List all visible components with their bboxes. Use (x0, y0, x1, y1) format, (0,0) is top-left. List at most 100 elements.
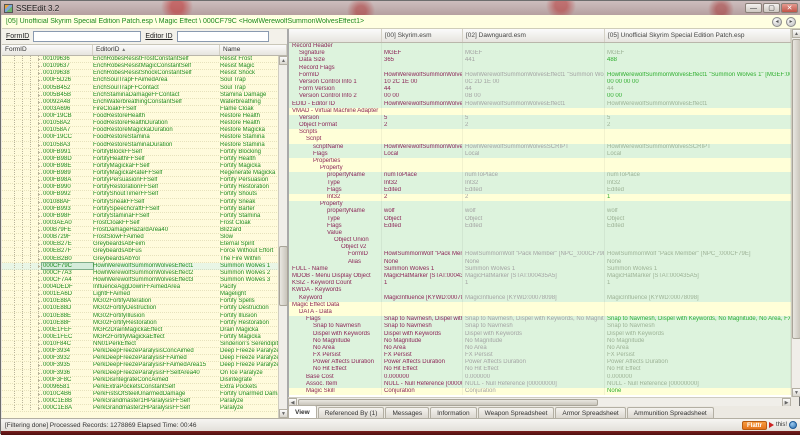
record-value-cell[interactable] (463, 108, 605, 115)
record-value-cell[interactable]: No Magnitude (605, 338, 791, 345)
record-value-cell[interactable]: HowlSummonWolf "Pack Member" [NPC_:000CF… (463, 251, 605, 258)
column-header-formid[interactable]: FormID (2, 45, 93, 55)
column-header-name[interactable]: Name (220, 45, 287, 55)
table-row[interactable]: 0010E88AMG02FortifyAlterationFortify Spe… (2, 298, 287, 305)
record-value-cell[interactable]: wolf (382, 208, 463, 215)
table-row[interactable]: 000C1E8BPerkGrandmaster1HParalysisFFSelf… (2, 398, 287, 405)
record-row[interactable]: TypeObjectObjectObject (289, 216, 791, 223)
table-row[interactable]: 000F5D26EnchSoulTrapFFAimedAreaSoul Trap (2, 77, 287, 84)
scroll-down-icon[interactable]: ▼ (792, 388, 800, 397)
record-row[interactable]: Object v2 (289, 244, 791, 251)
record-row[interactable]: Power Affects DurationPower Affects Dura… (289, 359, 791, 366)
record-value-cell[interactable]: Dispel with Keywords (605, 331, 791, 338)
record-value-cell[interactable] (382, 43, 463, 50)
record-row[interactable]: KSIZ - Keyword Count111 (289, 280, 791, 287)
table-row[interactable]: 00092A48EnchWaterbreathingConstantSelfWa… (2, 99, 287, 106)
record-value-cell[interactable]: HowlWerewolfSummonWolvesEf... (382, 101, 463, 108)
record-value-cell[interactable]: None (463, 259, 605, 266)
record-row[interactable]: SignatureMGEFMGEFMGEF (289, 50, 791, 57)
record-value-cell[interactable]: Local (463, 151, 605, 158)
record-value-cell[interactable]: MagicInfluence [KYWD:00078098] (382, 295, 463, 302)
table-row[interactable]: 000B79FEFrostDamageHazardArea40Blizzard (2, 227, 287, 234)
record-value-cell[interactable]: MagicHatMarker [STAT:000435A5] (605, 273, 791, 280)
table-row[interactable]: 000FB993FortifySpeechcraftFFSelfFortify … (2, 206, 287, 213)
record-value-cell[interactable]: MagicHatMarker [STAT:000435A5] (463, 273, 605, 280)
tab-information[interactable]: Information (430, 407, 477, 418)
table-row[interactable]: 000F19CCFoodRestoreStaminaRestore Stamin… (2, 134, 287, 141)
record-value-cell[interactable]: MagicHatMarker [STAT:000435A5] (382, 273, 463, 280)
flattr-button[interactable]: Flattr (742, 421, 767, 430)
record-row[interactable]: AliasNoneNoneNone (289, 259, 791, 266)
record-value-cell[interactable] (605, 230, 791, 237)
record-row[interactable]: Form Version444444 (289, 86, 791, 93)
table-row[interactable]: 000FB98AFortifyPersuasionFFSelfFortify P… (2, 177, 287, 184)
table-row[interactable]: 000CF7A3HowlWerewolfSummonWolvesEffect2S… (2, 270, 287, 277)
record-value-cell[interactable]: None (382, 259, 463, 266)
record-value-cell[interactable] (382, 65, 463, 72)
table-row[interactable]: 000E1FECMGR2FortifyMagickaEffectFortify … (2, 334, 287, 341)
record-value-cell[interactable] (382, 309, 463, 316)
record-value-cell[interactable] (605, 244, 791, 251)
record-value-cell[interactable]: numToPlace (463, 172, 605, 179)
record-value-cell[interactable]: Int32 (605, 180, 791, 187)
table-row[interactable]: 00109637EnchRobesResistMagicConstantSelf… (2, 63, 287, 70)
record-row[interactable]: Property (289, 201, 791, 208)
record-value-cell[interactable]: 365 (382, 57, 463, 64)
record-row[interactable]: Snap to NavmeshSnap to NavmeshSnap to Na… (289, 323, 791, 330)
table-row[interactable]: 000F3936PerkDeepFreezeParalysisFFSelfAre… (2, 370, 287, 377)
record-value-cell[interactable]: 1 (382, 280, 463, 287)
record-value-cell[interactable]: 0.000000 (382, 374, 463, 381)
flattr-this-label[interactable]: this! (776, 422, 787, 428)
record-value-cell[interactable]: Edited (605, 187, 791, 194)
record-value-cell[interactable] (463, 43, 605, 50)
table-row[interactable]: 000FB992FortifyShoutTimerFFSelfFortify S… (2, 191, 287, 198)
record-value-cell[interactable]: Edited (463, 187, 605, 194)
table-row[interactable]: 0004DEDFInfluenceAggDownFFAimedAreaPacif… (2, 284, 287, 291)
table-row[interactable]: 000EB27FGreybeardsAbFusForce Without Eff… (2, 248, 287, 255)
record-value-cell[interactable] (382, 129, 463, 136)
table-row[interactable]: 0010E88FMG02FortifyRestorationFortify Re… (2, 320, 287, 327)
record-value-cell[interactable]: None (605, 259, 791, 266)
table-row[interactable]: 0005B45BEnchStaminaDamageFFContactStamin… (2, 92, 287, 99)
paypal-icon[interactable] (789, 421, 797, 429)
record-value-cell[interactable] (605, 65, 791, 72)
record-row[interactable]: Property (289, 165, 791, 172)
record-value-cell[interactable]: 00 00 (605, 93, 791, 100)
record-value-cell[interactable]: MagicInfluence [KYWD:00078098] (605, 295, 791, 302)
record-value-cell[interactable]: 5 (382, 115, 463, 122)
record-value-cell[interactable] (463, 302, 605, 309)
record-value-cell[interactable]: Int32 (463, 180, 605, 187)
record-value-cell[interactable]: 0B 00 (463, 93, 605, 100)
tab-ammunition-spreadsheet[interactable]: Ammunition Spreadsheet (627, 407, 714, 418)
record-value-cell[interactable]: 0.000000 (605, 374, 791, 381)
left-vertical-scrollbar[interactable]: ▲ ▼ (278, 56, 287, 418)
column-header-editorid[interactable]: EditorID ▲ (93, 45, 220, 55)
record-value-cell[interactable]: Snap to Navmesh (463, 323, 605, 330)
record-value-cell[interactable]: Conjuration (382, 388, 463, 395)
record-row[interactable]: FlagsLocalLocalLocal (289, 151, 791, 158)
record-value-cell[interactable]: wolf (605, 208, 791, 215)
record-row[interactable]: Data Size365441488 (289, 57, 791, 64)
record-value-cell[interactable]: Snap to Navmesh (605, 323, 791, 330)
record-value-cell[interactable]: Edited (382, 223, 463, 230)
record-value-cell[interactable] (382, 230, 463, 237)
record-value-cell[interactable]: No Magnitude (463, 338, 605, 345)
table-row[interactable]: 000CF7A4HowlWerewolfSummonWolvesEffect3S… (2, 277, 287, 284)
horizontal-scroll-thumb[interactable] (298, 399, 598, 406)
record-row[interactable]: Object Union (289, 237, 791, 244)
record-row[interactable]: Scripts (289, 129, 791, 136)
table-row[interactable]: 000C1E8APerkGrandmaster2HParalysisFFSelf… (2, 405, 287, 412)
record-row[interactable]: FlagsSnap to Navmesh, Dispel with Ke...S… (289, 316, 791, 323)
record-value-cell[interactable]: 1 (605, 194, 791, 201)
record-row[interactable]: Object Format222 (289, 122, 791, 129)
record-value-cell[interactable]: 2 (605, 122, 791, 129)
table-row[interactable]: 000CF79CHowlWerewolfSummonWolvesEffect1S… (2, 263, 287, 270)
record-value-cell[interactable]: HowlWerewolfSummonWolvesEffect1 "Summon … (463, 72, 605, 79)
record-value-cell[interactable]: HowlSummonWolf "Pack Member" [NPC_:000CF… (605, 251, 791, 258)
record-value-cell[interactable]: 00 00 00 00 (605, 79, 791, 86)
record-value-cell[interactable]: 00 00 (382, 93, 463, 100)
table-row[interactable]: 000FB990FortifyRestorationFFSelfFortify … (2, 184, 287, 191)
record-row[interactable]: propertyNamewolfwolfwolf (289, 208, 791, 215)
record-value-cell[interactable] (463, 287, 605, 294)
table-row[interactable]: 000F3F8CPerkDisintegrateConcAimedDisinte… (2, 377, 287, 384)
